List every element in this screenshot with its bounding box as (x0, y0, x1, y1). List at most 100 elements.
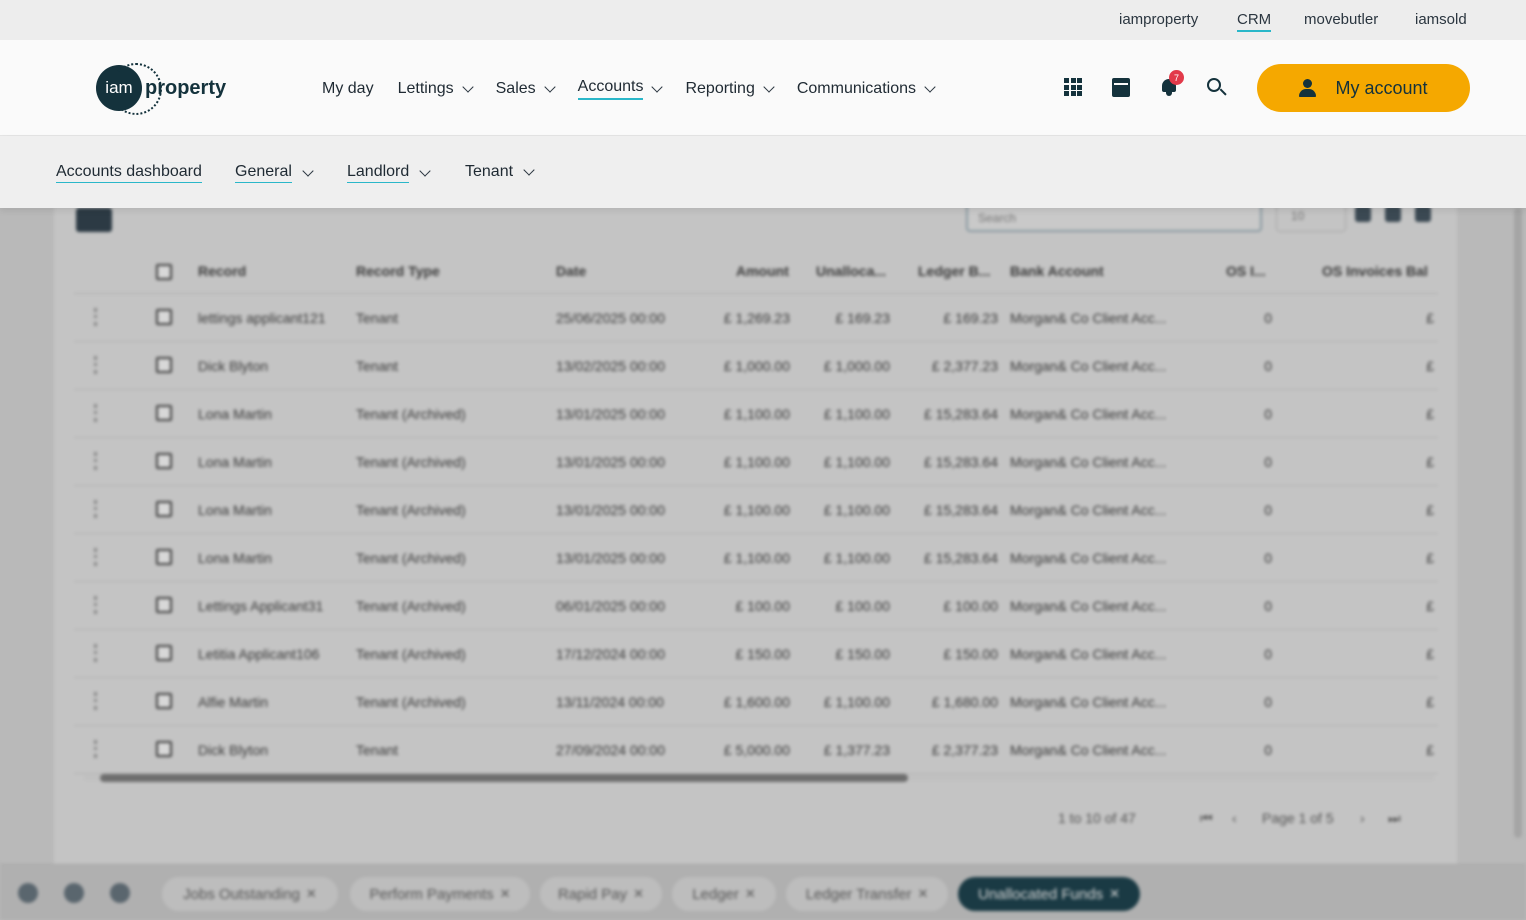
col-date[interactable]: Date (556, 263, 586, 279)
brand-link-iamproperty[interactable]: iamproperty (1119, 11, 1198, 28)
nav-communications[interactable]: Communications (797, 78, 936, 100)
row-checkbox[interactable] (156, 741, 172, 757)
brand-link-iamsold[interactable]: iamsold (1415, 11, 1467, 28)
cell-record-type: Tenant (Archived) (356, 550, 466, 566)
table-search-input[interactable]: Search (966, 208, 1262, 232)
row-checkbox[interactable] (156, 405, 172, 421)
apps-grid-icon[interactable] (1064, 78, 1082, 96)
subnav-tenant[interactable]: Tenant (465, 163, 535, 181)
nav-accounts[interactable]: Accounts (577, 78, 664, 100)
chevron-down-icon (924, 81, 936, 93)
table-row[interactable]: Dick Blyton Tenant 27/09/2024 00:00 £ 5,000… (74, 726, 1438, 774)
calendar-icon[interactable] (1112, 78, 1130, 97)
row-checkbox[interactable] (156, 549, 172, 565)
search-icon[interactable] (1207, 78, 1227, 98)
row-checkbox[interactable] (156, 357, 172, 373)
cell-record: Dick Blyton (198, 358, 269, 374)
tab-perform-payments[interactable]: Perform Payments ✕ (350, 877, 530, 911)
refresh-icon[interactable] (1355, 208, 1371, 222)
drag-handle-icon[interactable] (94, 740, 97, 758)
table-row[interactable]: Lona Martin Tenant (Archived) 13/01/2025 0… (74, 534, 1438, 582)
cell-ledger-balance: £ 100.00 (943, 598, 999, 614)
table-header: Record Record Type Date Amount Unalloca.… (74, 248, 1438, 294)
col-bank-account[interactable]: Bank Account (1010, 263, 1104, 279)
close-icon[interactable]: ✕ (306, 886, 317, 902)
drag-handle-icon[interactable] (94, 308, 97, 326)
col-os-invoices[interactable]: OS I... (1226, 263, 1266, 279)
export-icon[interactable] (1385, 208, 1401, 222)
close-icon[interactable]: ✕ (745, 886, 756, 902)
vertical-scrollbar[interactable] (1514, 208, 1522, 838)
my-account-button[interactable]: My account (1257, 64, 1470, 112)
cell-record-type: Tenant (Archived) (356, 694, 466, 710)
row-checkbox[interactable] (156, 645, 172, 661)
col-os-invoices-bal[interactable]: OS Invoices Bal (1322, 263, 1428, 279)
col-record[interactable]: Record (198, 263, 246, 279)
brand-link-crm[interactable]: CRM (1237, 11, 1272, 32)
col-ledger-balance[interactable]: Ledger B... (918, 263, 990, 279)
cloud-icon[interactable] (110, 883, 130, 903)
row-checkbox[interactable] (156, 501, 172, 517)
last-page-icon[interactable]: ⏭ (1388, 810, 1401, 827)
table-row[interactable]: Dick Blyton Tenant 13/02/2025 00:00 £ 1,000… (74, 342, 1438, 390)
close-icon[interactable]: ✕ (633, 886, 644, 902)
tab-jobs-outstanding[interactable]: Jobs Outstanding ✕ (162, 877, 338, 911)
next-page-icon[interactable]: › (1360, 810, 1365, 826)
print-icon[interactable] (1415, 208, 1431, 222)
row-checkbox[interactable] (156, 597, 172, 613)
tab-ledger[interactable]: Ledger ✕ (672, 877, 776, 911)
table-row[interactable]: lettings applicant121 Tenant 25/06/2025 00… (74, 294, 1438, 342)
chevron-down-icon (461, 81, 474, 93)
row-checkbox[interactable] (156, 309, 172, 325)
subnav-accounts-dashboard[interactable]: Accounts dashboard (56, 163, 202, 183)
notification-count-badge: 7 (1169, 70, 1184, 85)
drag-handle-icon[interactable] (94, 692, 97, 710)
nav-reporting[interactable]: Reporting (685, 78, 775, 100)
drag-handle-icon[interactable] (94, 548, 97, 566)
col-unallocated[interactable]: Unalloca... (816, 263, 886, 279)
cell-unallocated: £ 1,000.00 (823, 358, 890, 374)
bottom-tab-bar: Jobs Outstanding ✕ Perform Payments ✕ Rapi… (0, 864, 1526, 920)
subnav-general[interactable]: General (235, 163, 314, 183)
cell-bank-account: Morgan& Co Client Acc... (1010, 358, 1167, 374)
row-checkbox[interactable] (156, 453, 172, 469)
nav-sales[interactable]: Sales (496, 78, 556, 100)
close-icon[interactable]: ✕ (918, 886, 929, 902)
brand-link-movebutler[interactable]: movebutler (1304, 11, 1378, 28)
table-row[interactable]: Lettings Applicant31 Tenant (Archived) 06/… (74, 582, 1438, 630)
people-icon[interactable] (64, 883, 84, 903)
prev-page-icon[interactable]: ‹ (1232, 810, 1237, 826)
drag-handle-icon[interactable] (94, 644, 97, 662)
drag-handle-icon[interactable] (94, 356, 97, 374)
cell-ledger-balance: £ 15,283.64 (924, 454, 998, 470)
select-all-checkbox[interactable] (156, 264, 172, 280)
cell-record-type: Tenant (Archived) (356, 502, 466, 518)
drag-handle-icon[interactable] (94, 500, 97, 518)
drag-handle-icon[interactable] (94, 596, 97, 614)
first-page-icon[interactable]: ⏮ (1200, 810, 1213, 827)
horizontal-scrollbar[interactable] (84, 772, 1434, 782)
tab-unallocated-funds[interactable]: Unallocated Funds ✕ (958, 877, 1140, 911)
close-icon[interactable]: ✕ (500, 886, 511, 902)
row-checkbox[interactable] (156, 693, 172, 709)
table-row[interactable]: Lona Martin Tenant (Archived) 13/01/2025 0… (74, 390, 1438, 438)
col-amount[interactable]: Amount (736, 263, 789, 279)
table-row[interactable]: Lona Martin Tenant (Archived) 13/01/2025 0… (74, 438, 1438, 486)
tab-rapid-pay[interactable]: Rapid Pay ✕ (540, 877, 662, 911)
nav-my-day[interactable]: My day (322, 78, 374, 100)
table-row[interactable]: Lona Martin Tenant (Archived) 13/01/2025 0… (74, 486, 1438, 534)
table-row[interactable]: Alfie Martin Tenant (Archived) 13/11/2024 … (74, 678, 1438, 726)
close-icon[interactable]: ✕ (1109, 886, 1120, 902)
page-size-select[interactable]: 10 (1276, 208, 1346, 232)
iamproperty-logo[interactable]: iam property (96, 63, 226, 115)
table-row[interactable]: Letitia Applicant106 Tenant (Archived) 17/… (74, 630, 1438, 678)
cell-os-invoices-bal: £ (1426, 502, 1434, 518)
settings-icon[interactable] (18, 883, 38, 903)
subnav-landlord[interactable]: Landlord (347, 163, 431, 183)
tab-ledger-transfer[interactable]: Ledger Transfer ✕ (786, 877, 948, 911)
col-record-type[interactable]: Record Type (356, 263, 440, 279)
drag-handle-icon[interactable] (94, 404, 97, 422)
drag-handle-icon[interactable] (94, 452, 97, 470)
cell-unallocated: £ 1,100.00 (823, 454, 890, 470)
nav-lettings[interactable]: Lettings (398, 78, 474, 100)
